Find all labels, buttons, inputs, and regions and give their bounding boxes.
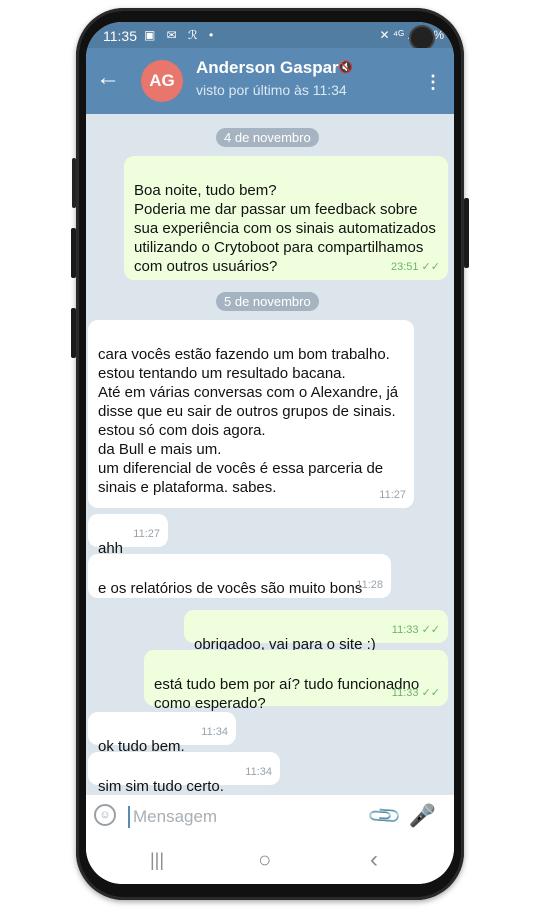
message-text: sim sim tudo certo.	[98, 778, 224, 795]
message-time: 11:34	[245, 766, 272, 778]
volume-up-button	[71, 228, 76, 278]
screen: 11:35 ▣ ✉ ℛ • ✕ ⁴ᴳ .ıl 21% ← AG Anderson…	[86, 22, 454, 884]
back-arrow-icon[interactable]: ←	[96, 64, 120, 92]
chat-header: ← AG Anderson Gaspar 🔇 visto por último …	[86, 48, 454, 114]
microphone-icon[interactable]: 🎤	[409, 803, 436, 829]
message-bubble-in[interactable]: ahh 11:27	[88, 514, 168, 557]
message-time: 11:33 ✓✓	[391, 624, 440, 636]
message-bubble-in[interactable]: cara vocês estão fazendo um bom trabalho…	[88, 320, 414, 508]
system-navigation-bar: ||| ○ ‹	[86, 838, 454, 884]
text-cursor	[128, 806, 130, 828]
chat-area[interactable]: 4 de novembro Boa noite, tudo bem? Poder…	[86, 114, 454, 795]
avatar[interactable]: AG	[141, 60, 183, 102]
message-bubble-out[interactable]: Boa noite, tudo bem? Poderia me dar pass…	[124, 156, 448, 280]
message-text: está tudo bem por aí? tudo funcionadno c…	[154, 676, 420, 712]
power-button	[464, 198, 469, 268]
message-bubble-in[interactable]: sim sim tudo certo. 11:34	[88, 752, 280, 795]
phone-frame: 11:35 ▣ ✉ ℛ • ✕ ⁴ᴳ .ıl 21% ← AG Anderson…	[71, 8, 469, 900]
status-notification-icons: ▣ ✉ ℛ •	[144, 28, 218, 42]
paperclip-icon[interactable]: 📎	[365, 797, 403, 835]
last-seen-status: visto por último às 11:34	[196, 82, 347, 98]
message-time: 11:33 ✓✓	[391, 687, 440, 699]
nav-back-icon[interactable]: ‹	[370, 846, 378, 874]
message-bubble-in[interactable]: ok tudo bem. 11:34	[88, 712, 236, 755]
mute-icon: 🔇	[338, 60, 353, 74]
message-time: 11:34	[201, 726, 228, 738]
message-bubble-out[interactable]: obrigadoo, vai para o site :) 11:33 ✓✓	[184, 610, 448, 653]
message-bubble-in[interactable]: e os relatórios de vocês são muito bons …	[88, 554, 391, 598]
status-bar: 11:35 ▣ ✉ ℛ • ✕ ⁴ᴳ .ıl 21%	[86, 22, 454, 51]
message-text: cara vocês estão fazendo um bom trabalho…	[98, 346, 399, 496]
more-menu-icon[interactable]: ⋮	[424, 72, 442, 93]
contact-name[interactable]: Anderson Gaspar	[196, 58, 339, 78]
date-separator: 5 de novembro	[216, 292, 319, 311]
message-bubble-out[interactable]: está tudo bem por aí? tudo funcionadno c…	[144, 650, 448, 712]
home-icon[interactable]: ○	[258, 847, 271, 873]
volume-down-button	[71, 308, 76, 358]
message-time: 11:27	[379, 489, 406, 501]
message-time: 11:27	[133, 528, 160, 540]
message-text: e os relatórios de vocês são muito bons	[98, 580, 363, 597]
message-time: 11:28	[356, 579, 383, 591]
message-time: 23:51 ✓✓	[390, 261, 440, 273]
date-separator: 4 de novembro	[216, 128, 319, 147]
recent-apps-icon[interactable]: |||	[150, 850, 164, 871]
message-input-bar: ☺ Mensagem 📎 🎤	[86, 794, 454, 839]
status-time: 11:35	[103, 28, 137, 44]
emoji-icon[interactable]: ☺	[94, 804, 116, 826]
message-input[interactable]: Mensagem	[133, 807, 217, 827]
